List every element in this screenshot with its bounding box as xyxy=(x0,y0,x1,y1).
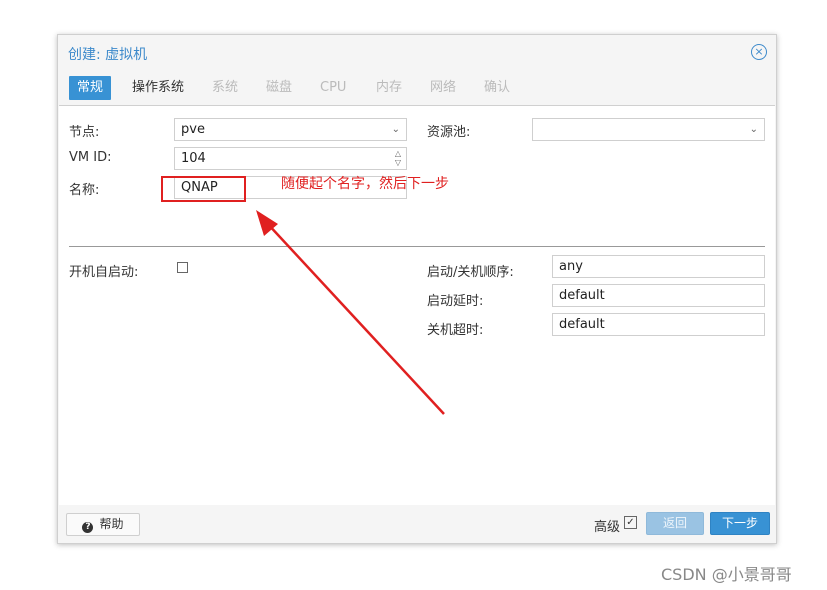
annotation-arrow-icon xyxy=(256,210,445,415)
watermark: CSDN @小景哥哥 xyxy=(661,565,792,584)
